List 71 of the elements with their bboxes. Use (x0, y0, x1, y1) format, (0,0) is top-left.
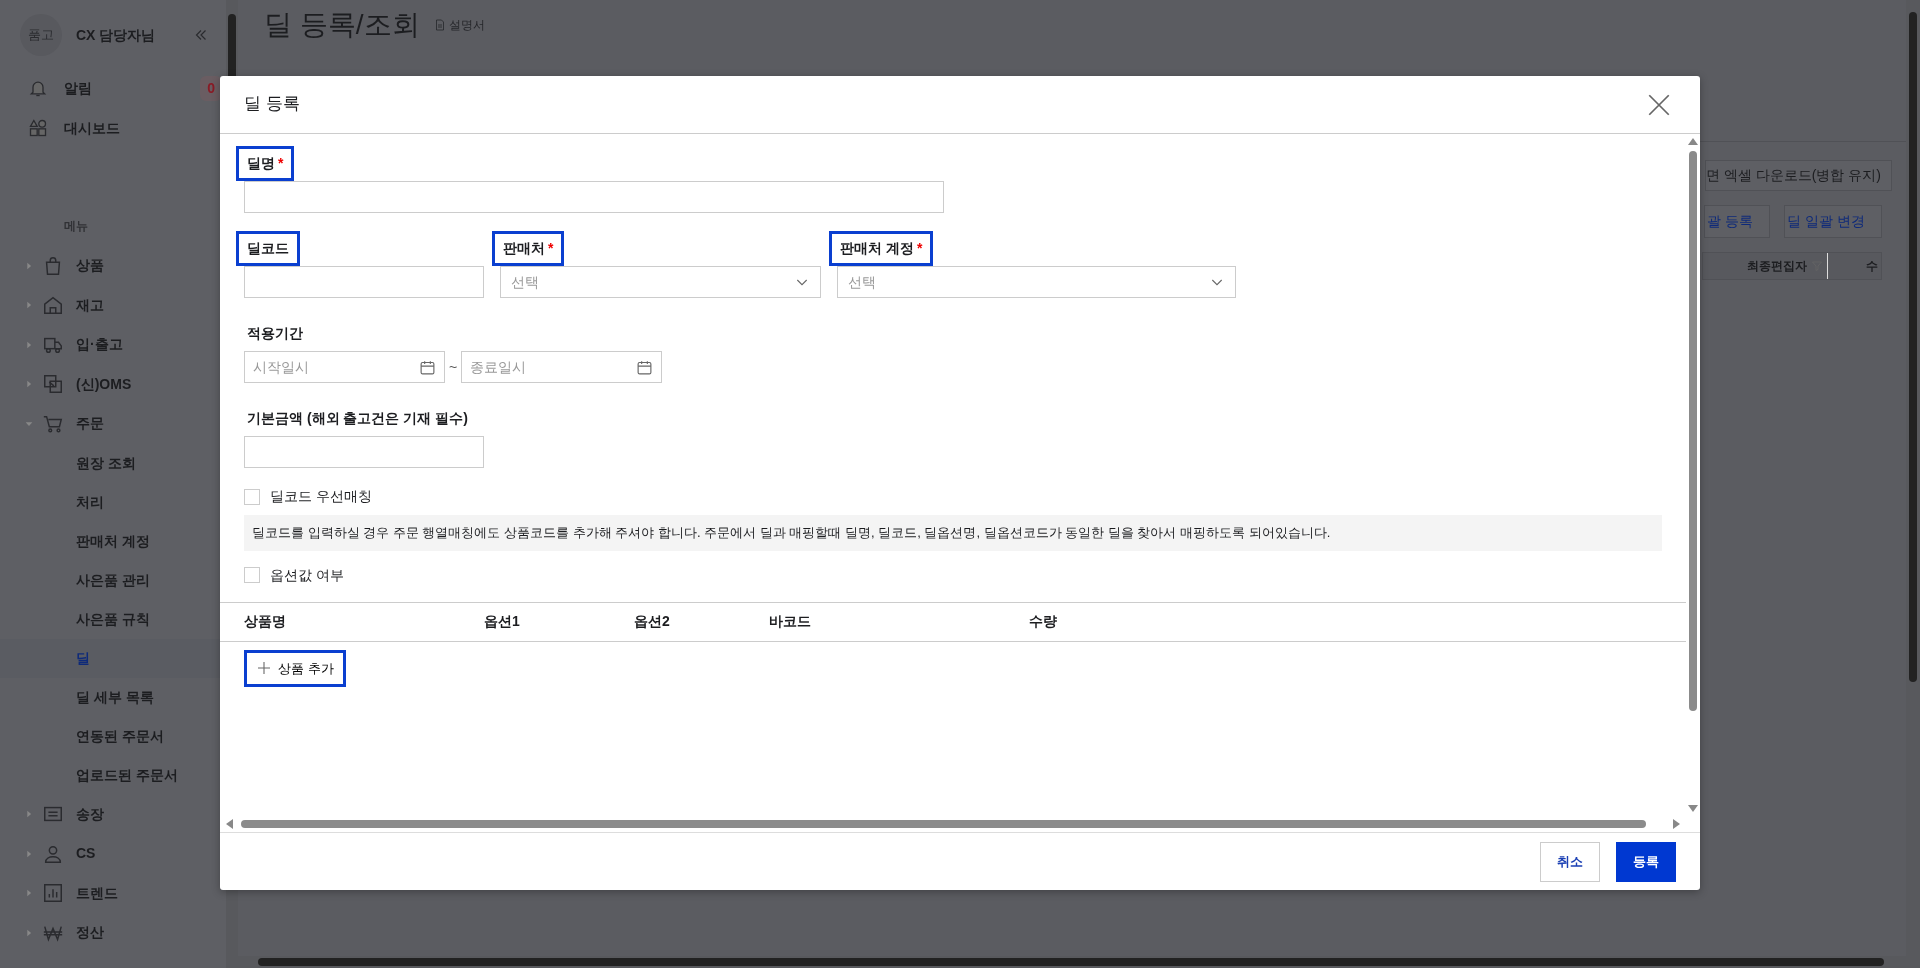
toolbar-button[interactable]: 괄 등록 (1704, 205, 1771, 238)
checkbox-label: 옵션값 여부 (270, 565, 344, 585)
page-title: 딜 등록/조회 (264, 8, 420, 42)
column-header: 옵션1 (484, 612, 521, 631)
add-product-button[interactable]: 상품 추가 (244, 649, 346, 687)
column-header: 상품명 (244, 612, 287, 631)
table-header-cell: 최종편집자 (1703, 253, 1828, 279)
menu-item[interactable]: CS (0, 834, 226, 874)
submit-button[interactable]: 등록 (1616, 841, 1676, 882)
field-label: 딜명 * (236, 146, 295, 181)
menu-item[interactable]: 입·출고 (0, 325, 226, 365)
chart-icon (42, 882, 64, 905)
field-label: 기본금액 (해외 출고건은 기재 필수) (246, 409, 469, 428)
range-separator: ~ (448, 357, 459, 377)
menu-item[interactable]: 상품 (0, 246, 226, 286)
table-header-cell-text: 수 (1865, 258, 1879, 275)
column-header: 바코드 (769, 612, 812, 631)
notice-text: 딜코드를 입력하실 경우 주문 행열매칭에도 상품코드를 추가해 주셔야 합니다. 주문에서 딜과 매핑할때 딜명, 딜코드, 딜옵션명, 딜옵션코드가 동일한 딜을 찾아서 매핑하도록 되어있습니다. (244, 515, 1662, 551)
caret-right-icon (24, 339, 34, 350)
menu-item[interactable]: 정산 (0, 913, 226, 953)
modal-title: 딜 등록 (244, 94, 300, 115)
dashboard-icon (28, 118, 48, 138)
field-label: 적용기간 (246, 324, 304, 343)
select-field[interactable]: 선택 (500, 266, 821, 298)
field-label: 딜코드 (236, 231, 300, 266)
scroll-right-arrow[interactable] (1673, 819, 1680, 829)
date-field[interactable]: 종료일시 (461, 351, 663, 383)
house-icon (42, 294, 64, 317)
caret-right-icon (24, 848, 34, 859)
cancel-button[interactable]: 취소 (1540, 841, 1600, 882)
plus-icon (256, 660, 272, 677)
menu-item[interactable]: 송장 (0, 794, 226, 834)
text-field[interactable] (244, 436, 484, 468)
text-field[interactable] (244, 266, 484, 298)
toolbar-button[interactable]: 면 엑셀 다운로드(병합 유지) (1705, 160, 1892, 191)
date-field[interactable]: 시작일시 (244, 351, 445, 383)
checkbox[interactable] (244, 567, 260, 583)
scrollbar-thumb[interactable] (1909, 12, 1917, 682)
scrollbar-thumb[interactable] (241, 820, 1646, 828)
menu-item[interactable]: (신)OMS (0, 364, 226, 404)
menu-item[interactable]: 재고 (0, 285, 226, 325)
user-name: CX 담당자님 (76, 25, 156, 45)
calendar-icon (419, 358, 436, 376)
calendar-icon (636, 358, 654, 376)
scroll-down-arrow[interactable] (1688, 805, 1698, 812)
document-icon (433, 18, 446, 31)
caret-right-icon (24, 260, 34, 271)
scrollbar-thumb[interactable] (258, 958, 1884, 966)
column-header: 옵션2 (634, 612, 671, 631)
text-field[interactable] (244, 181, 944, 213)
transfer-icon (42, 373, 64, 396)
caret-right-icon (24, 809, 34, 820)
column-header: 수량 (1029, 612, 1058, 631)
scroll-up-arrow[interactable] (1688, 138, 1698, 145)
caret-right-icon (24, 300, 34, 311)
caret-right-icon (24, 927, 34, 938)
toolbar-button[interactable]: 딜 일괄 변경 (1784, 205, 1882, 238)
field-label: 판매처 * (492, 231, 565, 266)
checkbox[interactable] (244, 488, 260, 505)
field-label: 판매처 계정 * (829, 231, 934, 266)
nav-item[interactable]: 알림 0 (0, 68, 226, 108)
select-field[interactable]: 선택 (837, 266, 1236, 298)
menu-item[interactable]: 주문 (0, 404, 226, 444)
caret-right-icon (24, 379, 34, 390)
checkbox-label: 딜코드 우선매칭 (270, 487, 372, 506)
menu-item[interactable]: 트렌드 (0, 873, 226, 913)
caret-right-icon (24, 888, 34, 899)
scrollbar-thumb[interactable] (1689, 151, 1697, 711)
scroll-left-arrow[interactable] (226, 819, 233, 829)
nav-item[interactable]: 대시보드 (0, 108, 226, 148)
count-badge: 0 (200, 75, 222, 101)
